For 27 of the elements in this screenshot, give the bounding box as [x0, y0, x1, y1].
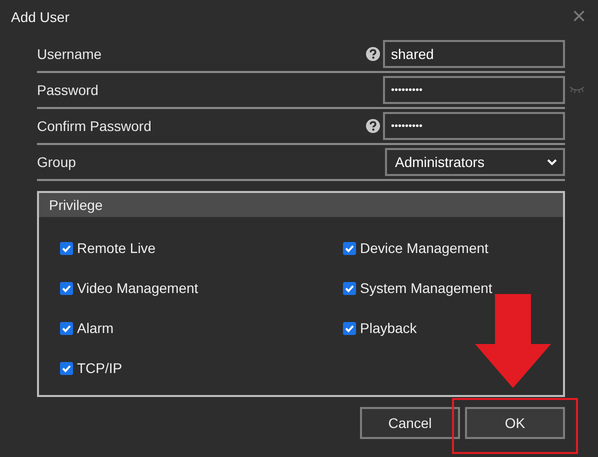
checkbox-label: Video Management: [77, 280, 198, 296]
group-dropdown[interactable]: Administrators: [385, 148, 565, 176]
field-label: Confirm Password: [37, 118, 152, 134]
checkbox-label: Alarm: [77, 320, 114, 336]
checkbox[interactable]: [343, 322, 356, 334]
dialog-button[interactable]: OK: [465, 407, 565, 439]
checkbox-label: Playback: [360, 320, 417, 336]
privilege-header: Privilege: [39, 193, 563, 217]
checkbox[interactable]: [60, 242, 73, 254]
field-label: Username: [37, 46, 103, 62]
checkbox[interactable]: [60, 322, 73, 334]
checkbox-label: Device Management: [360, 240, 488, 256]
checkbox[interactable]: [60, 282, 73, 294]
checkbox[interactable]: [343, 242, 356, 254]
caret-icon: [547, 158, 557, 166]
checkbox[interactable]: [60, 362, 73, 374]
password-field[interactable]: •••••••••: [383, 76, 565, 104]
window-title: Add User: [11, 9, 70, 25]
field-label: Group: [37, 154, 77, 170]
checkbox-label: Remote Live: [77, 240, 156, 256]
checkbox-label: TCP/IP: [77, 360, 122, 376]
checkbox[interactable]: [343, 282, 356, 294]
input-field[interactable]: shared: [383, 40, 565, 68]
field-label: Password: [37, 82, 100, 98]
dialog-button[interactable]: Cancel: [360, 407, 460, 439]
checkbox-label: System Management: [360, 280, 492, 296]
password-field[interactable]: •••••••••: [383, 112, 565, 140]
